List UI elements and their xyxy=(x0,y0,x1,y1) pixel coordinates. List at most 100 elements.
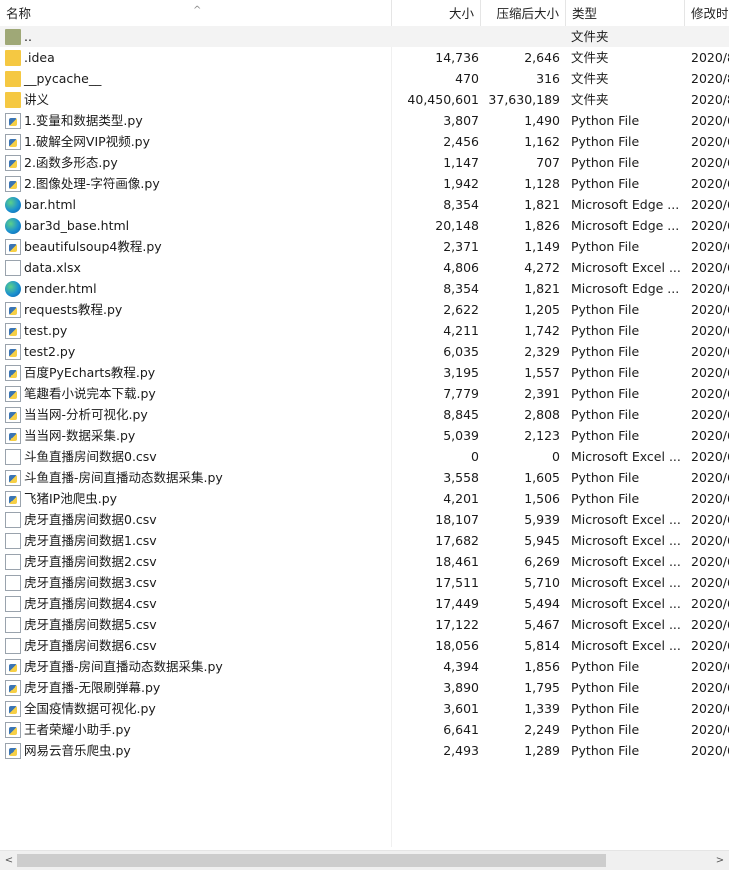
file-compressed-size: 6,269 xyxy=(524,554,560,569)
file-compressed-size: 1,149 xyxy=(524,239,560,254)
file-type: Python File xyxy=(571,743,640,758)
file-row[interactable]: 虎牙直播房间数据3.csv 17,511 5,710 Microsoft Excel … xyxy=(0,572,729,593)
file-name-cell: render.html xyxy=(5,278,390,299)
file-compressed-size: 2,646 xyxy=(524,50,560,65)
python-file-icon xyxy=(5,679,21,696)
file-modified: 2020/6 xyxy=(691,470,729,485)
file-name: test2.py xyxy=(24,344,76,359)
file-compressed-size: 4,272 xyxy=(524,260,560,275)
edge-html-icon xyxy=(5,217,21,234)
file-row[interactable]: 当当网-数据采集.py 5,039 2,123 Python File 2020/6 xyxy=(0,425,729,446)
file-type: Python File xyxy=(571,323,640,338)
file-type: Python File xyxy=(571,659,640,674)
file-size: 3,195 xyxy=(443,365,479,380)
python-file-icon xyxy=(5,112,21,129)
file-row[interactable]: bar3d_base.html 20,148 1,826 Microsoft Edge… xyxy=(0,215,729,236)
file-row[interactable]: 虎牙直播-无限刷弹幕.py 3,890 1,795 Python File 2020/6 xyxy=(0,677,729,698)
file-row[interactable]: 网易云音乐爬虫.py 2,493 1,289 Python File 2020/6 xyxy=(0,740,729,761)
file-row[interactable]: 飞猪IP池爬虫.py 4,201 1,506 Python File 2020/6 xyxy=(0,488,729,509)
file-modified: 2020/6 xyxy=(691,743,729,758)
file-row[interactable]: 王者荣耀小助手.py 6,641 2,249 Python File 2020/6 xyxy=(0,719,729,740)
file-type: 文件夹 xyxy=(571,71,609,86)
file-row[interactable]: 虎牙直播房间数据2.csv 18,461 6,269 Microsoft Excel … xyxy=(0,551,729,572)
file-modified: 2020/6 xyxy=(691,554,729,569)
file-row[interactable]: 当当网-分析可视化.py 8,845 2,808 Python File 2020/6 xyxy=(0,404,729,425)
file-modified: 2020/6 xyxy=(691,533,729,548)
file-row[interactable]: bar.html 8,354 1,821 Microsoft Edge ... 2020… xyxy=(0,194,729,215)
file-row[interactable]: 虎牙直播房间数据6.csv 18,056 5,814 Microsoft Excel … xyxy=(0,635,729,656)
file-row[interactable]: .. 文件夹 xyxy=(0,26,729,47)
scroll-thumb[interactable] xyxy=(17,854,606,867)
file-size: 18,107 xyxy=(435,512,479,527)
file-row[interactable]: test2.py 6,035 2,329 Python File 2020/6 xyxy=(0,341,729,362)
file-row[interactable]: 1.变量和数据类型.py 3,807 1,490 Python File 2020/6 xyxy=(0,110,729,131)
file-name-cell: 笔趣看小说完本下载.py xyxy=(5,383,390,404)
file-type: Microsoft Excel ... xyxy=(571,638,681,653)
file-row[interactable]: 虎牙直播房间数据4.csv 17,449 5,494 Microsoft Excel … xyxy=(0,593,729,614)
file-name-cell: 虎牙直播房间数据5.csv xyxy=(5,614,390,635)
edge-html-icon xyxy=(5,280,21,297)
column-size-header[interactable]: 大小 xyxy=(392,0,481,27)
file-size: 17,511 xyxy=(435,575,479,590)
file-row[interactable]: 全国疫情数据可视化.py 3,601 1,339 Python File 2020/6 xyxy=(0,698,729,719)
column-name-header[interactable]: 名称 ^ xyxy=(0,0,392,27)
file-row[interactable]: .idea 14,736 2,646 文件夹 2020/8 xyxy=(0,47,729,68)
file-row[interactable]: 虎牙直播房间数据0.csv 18,107 5,939 Microsoft Excel … xyxy=(0,509,729,530)
file-name-cell: 虎牙直播-房间直播动态数据采集.py xyxy=(5,656,390,677)
file-compressed-size: 1,826 xyxy=(524,218,560,233)
edge-html-icon xyxy=(5,196,21,213)
file-row[interactable]: beautifulsoup4教程.py 2,371 1,149 Python File… xyxy=(0,236,729,257)
file-type: Microsoft Excel ... xyxy=(571,617,681,632)
file-row[interactable]: 2.函数多形态.py 1,147 707 Python File 2020/6 xyxy=(0,152,729,173)
file-name-cell: .idea xyxy=(5,47,390,68)
file-name: 飞猪IP池爬虫.py xyxy=(24,491,118,506)
file-modified: 2020/6 xyxy=(691,386,729,401)
file-type: Microsoft Edge ... xyxy=(571,197,680,212)
scroll-right-arrow-icon[interactable]: > xyxy=(713,851,727,870)
file-name: 讲义 xyxy=(24,92,50,107)
file-size: 2,493 xyxy=(443,743,479,758)
file-name: 当当网-数据采集.py xyxy=(24,428,136,443)
file-modified: 2020/6 xyxy=(691,512,729,527)
file-compressed-size: 5,467 xyxy=(524,617,560,632)
file-name: 2.图像处理-字符画像.py xyxy=(24,176,160,191)
file-row[interactable]: 虎牙直播房间数据1.csv 17,682 5,945 Microsoft Excel … xyxy=(0,530,729,551)
file-size: 4,806 xyxy=(443,260,479,275)
file-compressed-size: 2,249 xyxy=(524,722,560,737)
column-compressed-header[interactable]: 压缩后大小 xyxy=(481,0,566,27)
python-file-icon xyxy=(5,385,21,402)
file-name-cell: .. xyxy=(5,26,390,47)
file-row[interactable]: 1.破解全网VIP视频.py 2,456 1,162 Python File 2020/… xyxy=(0,131,729,152)
file-name: .idea xyxy=(24,50,55,65)
file-row[interactable]: 百度PyEcharts教程.py 3,195 1,557 Python File 202… xyxy=(0,362,729,383)
column-modified-header[interactable]: 修改时 xyxy=(685,0,729,27)
file-row[interactable]: 虎牙直播房间数据5.csv 17,122 5,467 Microsoft Excel … xyxy=(0,614,729,635)
file-row[interactable]: test.py 4,211 1,742 Python File 2020/6 xyxy=(0,320,729,341)
file-row[interactable]: 虎牙直播-房间直播动态数据采集.py 4,394 1,856 Python File 2… xyxy=(0,656,729,677)
file-row[interactable]: render.html 8,354 1,821 Microsoft Edge ... 2… xyxy=(0,278,729,299)
file-name: render.html xyxy=(24,281,97,296)
file-name-cell: 飞猪IP池爬虫.py xyxy=(5,488,390,509)
python-file-icon xyxy=(5,721,21,738)
python-file-icon xyxy=(5,133,21,150)
file-row[interactable]: data.xlsx 4,806 4,272 Microsoft Excel ... 20… xyxy=(0,257,729,278)
scroll-left-arrow-icon[interactable]: < xyxy=(2,851,16,870)
file-row[interactable]: 斗鱼直播-房间直播动态数据采集.py 3,558 1,605 Python File 2… xyxy=(0,467,729,488)
file-size: 18,461 xyxy=(435,554,479,569)
file-name-cell: 2.图像处理-字符画像.py xyxy=(5,173,390,194)
file-row[interactable]: 笔趣看小说完本下载.py 7,779 2,391 Python File 2020/6 xyxy=(0,383,729,404)
file-size: 6,641 xyxy=(443,722,479,737)
file-row[interactable]: 2.图像处理-字符画像.py 1,942 1,128 Python File 2020/… xyxy=(0,173,729,194)
file-name-cell: __pycache__ xyxy=(5,68,390,89)
column-type-header[interactable]: 类型 xyxy=(566,0,685,27)
file-row[interactable]: requests教程.py 2,622 1,205 Python File 2020/6 xyxy=(0,299,729,320)
file-row[interactable]: 讲义 40,450,601 37,630,189 文件夹 2020/8 xyxy=(0,89,729,110)
file-type: Microsoft Excel ... xyxy=(571,449,681,464)
file-modified: 2020/6 xyxy=(691,365,729,380)
file-size: 2,622 xyxy=(443,302,479,317)
python-file-icon xyxy=(5,238,21,255)
python-file-icon xyxy=(5,427,21,444)
file-row[interactable]: 斗鱼直播房间数据0.csv 0 0 Microsoft Excel ... 2020/6 xyxy=(0,446,729,467)
horizontal-scrollbar[interactable]: < > xyxy=(0,850,729,870)
file-row[interactable]: __pycache__ 470 316 文件夹 2020/8 xyxy=(0,68,729,89)
